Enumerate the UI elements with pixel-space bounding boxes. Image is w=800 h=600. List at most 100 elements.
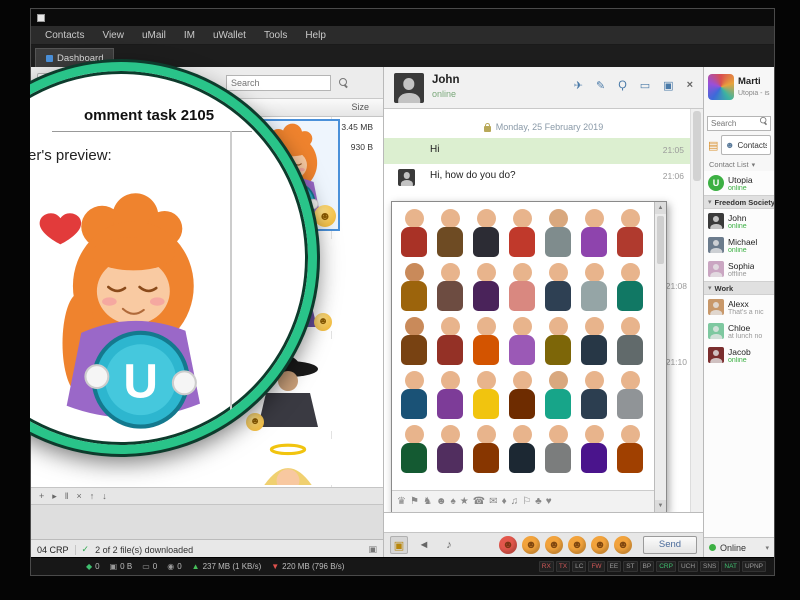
emoji-icon[interactable]: ☻ [545, 536, 563, 554]
screenshare-icon[interactable]: ▭ [640, 79, 650, 92]
sticker[interactable] [577, 261, 611, 313]
file-row-sticker-angel[interactable] [246, 439, 332, 485]
sticker[interactable] [577, 423, 611, 475]
sticker[interactable] [577, 369, 611, 421]
sticker[interactable] [433, 423, 467, 475]
emoji-icon[interactable]: ☻ [499, 536, 517, 554]
transfer-toolbar-icon[interactable]: ↓ [102, 491, 107, 501]
sticker-panel-icon[interactable]: ▣ [390, 536, 408, 554]
sticker-category-icon[interactable]: ♥ [546, 496, 552, 507]
scroll-down-icon[interactable]: ▼ [655, 500, 666, 512]
sticker[interactable] [469, 315, 503, 367]
transfer-toolbar-icon[interactable]: ▸ [52, 491, 57, 502]
broadcast-icon[interactable]: ◄ [415, 536, 433, 554]
sticker-category-icon[interactable]: ♣ [535, 496, 542, 507]
message-input[interactable] [384, 514, 703, 533]
contact[interactable]: Chloe at lunch no [704, 319, 774, 343]
sticker[interactable] [505, 369, 539, 421]
search-icon[interactable]: Ϙ [618, 79, 627, 92]
menu-item[interactable]: View [94, 28, 132, 43]
menu-item[interactable]: Contacts [37, 28, 92, 43]
contact[interactable]: John online [704, 209, 774, 233]
scroll-up-icon[interactable]: ▲ [655, 202, 666, 214]
contact-list-selector[interactable]: Contact List ▾ [704, 158, 774, 171]
presence-selector[interactable]: Online ▾ [704, 537, 774, 557]
sticker[interactable] [505, 207, 539, 259]
edit-icon[interactable]: ✎ [596, 79, 605, 92]
sticker[interactable] [433, 207, 467, 259]
sticker[interactable] [469, 423, 503, 475]
sticker[interactable] [613, 315, 647, 367]
sticker-scrollbar[interactable]: ▲ ▼ [654, 202, 666, 512]
transfer-toolbar-icon[interactable]: ↑ [90, 491, 95, 501]
profile-block[interactable]: Marti Utopia - is the f [704, 67, 774, 111]
emoji-icon[interactable]: ☻ [591, 536, 609, 554]
forward-icon[interactable]: ✈ [574, 79, 583, 92]
sticker-category-icon[interactable]: ☎ [473, 496, 485, 507]
files-icon[interactable]: ▣ [663, 79, 673, 92]
transfer-toolbar-icon[interactable]: + [39, 491, 44, 501]
sticker-category-icon[interactable]: ♛ [397, 496, 406, 507]
size-column-header[interactable]: Size [351, 102, 369, 112]
menu-item[interactable]: Help [297, 28, 334, 43]
sticker[interactable] [541, 315, 575, 367]
sticker[interactable] [577, 315, 611, 367]
sticker[interactable] [469, 369, 503, 421]
sticker-category-icon[interactable]: ⚑ [410, 496, 419, 507]
close-icon[interactable]: × [687, 79, 693, 92]
menu-item[interactable]: IM [176, 28, 203, 43]
sticker-category-icon[interactable]: ♫ [511, 496, 519, 507]
group-freedom-society[interactable]: ▾ Freedom Society [704, 195, 774, 209]
chat-scrollbar[interactable] [690, 109, 703, 512]
menu-item[interactable]: uWallet [205, 28, 254, 43]
chat-message[interactable]: Hi 21:05 [384, 138, 690, 164]
contact[interactable]: Jacob online [704, 343, 774, 367]
contact[interactable]: Sophia offline [704, 257, 774, 281]
address-book-icon[interactable]: ▤ [708, 139, 718, 152]
sticker[interactable] [433, 369, 467, 421]
sticker[interactable] [505, 315, 539, 367]
sticker-category-icon[interactable]: ★ [460, 496, 469, 507]
group-work[interactable]: ▾ Work [704, 281, 774, 295]
transfer-toolbar-icon[interactable]: × [77, 491, 82, 501]
sticker[interactable] [613, 207, 647, 259]
sticker[interactable] [541, 369, 575, 421]
sticker-category-icon[interactable]: ✉ [489, 496, 497, 507]
sticker[interactable] [397, 207, 431, 259]
transfer-toolbar-icon[interactable]: ‖ [65, 491, 69, 501]
sticker[interactable] [541, 261, 575, 313]
sticker[interactable] [505, 423, 539, 475]
box-icon[interactable]: ▣ [368, 544, 377, 555]
menu-item[interactable]: Tools [256, 28, 295, 43]
sticker[interactable] [613, 369, 647, 421]
menu-item[interactable]: uMail [134, 28, 174, 43]
file-search-input[interactable] [226, 75, 331, 91]
sticker[interactable] [433, 315, 467, 367]
emoji-icon[interactable]: ☻ [568, 536, 586, 554]
sticker[interactable] [397, 315, 431, 367]
chat-message[interactable]: Hi, how do you do? 21:06 [384, 164, 690, 190]
emoji-icon[interactable]: ☻ [614, 536, 632, 554]
sticker[interactable] [469, 261, 503, 313]
tab-contacts[interactable]: ☻ Contacts [721, 135, 771, 155]
sticker[interactable] [541, 423, 575, 475]
search-icon[interactable] [339, 78, 349, 88]
sticker[interactable] [541, 207, 575, 259]
contact[interactable]: Michael online [704, 233, 774, 257]
sticker[interactable] [397, 369, 431, 421]
sticker-category-icon[interactable]: ♞ [423, 496, 432, 507]
sticker-category-icon[interactable]: ☻ [436, 496, 447, 507]
sticker[interactable] [613, 423, 647, 475]
sticker[interactable] [433, 261, 467, 313]
sticker-category-icon[interactable]: ⚐ [522, 496, 531, 507]
sticker[interactable] [397, 261, 431, 313]
sticker-category-icon[interactable]: ♠ [450, 496, 455, 507]
send-button[interactable]: Send [643, 536, 697, 554]
microphone-icon[interactable]: ♪ [440, 536, 458, 554]
emoji-icon[interactable]: ☻ [522, 536, 540, 554]
contact[interactable]: Alexx That's a nic [704, 295, 774, 319]
scrollbar-thumb[interactable] [693, 111, 701, 181]
sticker[interactable] [505, 261, 539, 313]
contact-utopia[interactable]: U Utopia online [704, 171, 774, 195]
sticker[interactable] [397, 423, 431, 475]
